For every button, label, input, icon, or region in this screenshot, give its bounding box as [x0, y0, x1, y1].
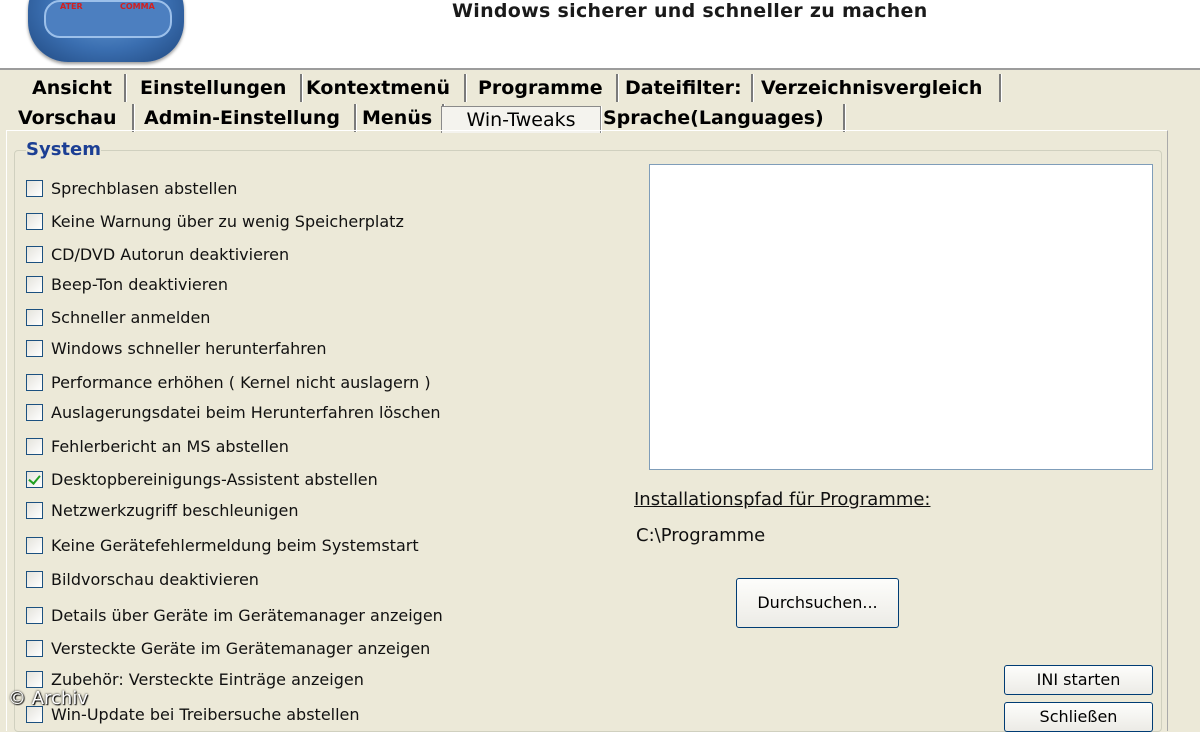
checkbox[interactable]	[26, 437, 43, 455]
ini-start-button[interactable]: INI starten	[1004, 665, 1153, 695]
option-label: Details über Geräte im Gerätemanager anz…	[51, 605, 443, 625]
option-geraetefehlermeldung[interactable]: Keine Gerätefehlermeldung beim Systemsta…	[26, 534, 419, 556]
option-label: Sprechblasen abstellen	[51, 178, 238, 198]
browse-button[interactable]: Durchsuchen...	[736, 578, 899, 628]
checkbox[interactable]	[26, 245, 43, 263]
tab-kontextmenue[interactable]: Kontextmenü	[302, 74, 466, 102]
tab-admin-einstellung[interactable]: Admin-Einstellung	[140, 104, 356, 132]
app-logo: ATER COMMA	[28, 0, 184, 62]
tab-win-tweaks[interactable]: Win-Tweaks	[441, 106, 601, 133]
logo-text-left: ATER	[60, 2, 83, 11]
tab-programme[interactable]: Programme	[474, 74, 618, 102]
option-label: Performance erhöhen ( Kernel nicht ausla…	[51, 372, 431, 392]
option-label: Win-Update bei Treibersuche abstellen	[51, 704, 360, 724]
checkbox[interactable]	[26, 536, 43, 554]
logo-inner: ATER COMMA	[44, 0, 172, 38]
option-fehlerbericht[interactable]: Fehlerbericht an MS abstellen	[26, 435, 289, 457]
logo-text-right: COMMA	[120, 2, 155, 11]
option-label: Bildvorschau deaktivieren	[51, 569, 259, 589]
option-label: Desktopbereinigungs-Assistent abstellen	[51, 469, 378, 489]
option-label: Fehlerbericht an MS abstellen	[51, 436, 289, 456]
option-label: CD/DVD Autorun deaktivieren	[51, 244, 290, 264]
option-label: Netzwerkzugriff beschleunigen	[51, 500, 299, 520]
tab-sprache[interactable]: Sprache(Languages)	[599, 104, 845, 132]
header-banner: ATER COMMA Windows sicherer und schnelle…	[0, 0, 1200, 68]
close-button[interactable]: Schließen	[1004, 702, 1153, 732]
checkbox[interactable]	[26, 670, 43, 688]
option-sprechblasen[interactable]: Sprechblasen abstellen	[26, 177, 237, 199]
install-path-value: C:\Programme	[636, 525, 766, 546]
header-title: Windows sicherer und schneller zu machen	[452, 0, 928, 22]
option-label: Auslagerungsdatei beim Herunterfahren lö…	[51, 402, 441, 422]
option-label: Schneller anmelden	[51, 307, 211, 327]
option-bildvorschau[interactable]: Bildvorschau deaktivieren	[26, 568, 259, 590]
tab-ansicht[interactable]: Ansicht	[28, 74, 126, 102]
checkbox[interactable]	[26, 501, 43, 519]
watermark-text: © Archiv	[8, 688, 88, 709]
tab-verzeichnisvergleich[interactable]: Verzeichnisvergleich	[757, 74, 1001, 102]
checkbox[interactable]	[26, 212, 43, 230]
option-performance[interactable]: Performance erhöhen ( Kernel nicht ausla…	[26, 371, 431, 393]
checkbox[interactable]	[26, 403, 43, 421]
checkbox-checked[interactable]	[26, 470, 43, 488]
system-group-legend: System	[26, 139, 101, 160]
checkbox[interactable]	[26, 275, 43, 293]
option-label: Versteckte Geräte im Gerätemanager anzei…	[51, 638, 431, 658]
program-listbox[interactable]	[649, 164, 1153, 470]
option-label: Keine Warnung über zu wenig Speicherplat…	[51, 211, 404, 231]
checkbox[interactable]	[26, 308, 43, 326]
checkbox[interactable]	[26, 639, 43, 657]
option-label: Zubehör: Versteckte Einträge anzeigen	[51, 669, 364, 689]
option-label: Windows schneller herunterfahren	[51, 338, 327, 358]
option-netzwerkzugriff[interactable]: Netzwerkzugriff beschleunigen	[26, 499, 299, 521]
option-versteckte-geraete[interactable]: Versteckte Geräte im Gerätemanager anzei…	[26, 637, 430, 659]
checkbox[interactable]	[26, 179, 43, 197]
option-schneller-herunterfahren[interactable]: Windows schneller herunterfahren	[26, 337, 327, 359]
option-desktopbereinigung[interactable]: Desktopbereinigungs-Assistent abstellen	[26, 468, 378, 490]
option-speicherplatz-warnung[interactable]: Keine Warnung über zu wenig Speicherplat…	[26, 210, 404, 232]
checkbox[interactable]	[26, 373, 43, 391]
tab-einstellungen[interactable]: Einstellungen	[136, 74, 302, 102]
tab-vorschau[interactable]: Vorschau	[14, 104, 134, 132]
tab-menues[interactable]: Menüs	[358, 104, 444, 132]
option-zubehoer[interactable]: Zubehör: Versteckte Einträge anzeigen	[26, 668, 364, 690]
option-auslagerungsdatei[interactable]: Auslagerungsdatei beim Herunterfahren lö…	[26, 401, 441, 423]
checkbox[interactable]	[26, 570, 43, 588]
option-geraete-details[interactable]: Details über Geräte im Gerätemanager anz…	[26, 604, 443, 626]
tab-dateifilter[interactable]: Dateifilter:	[621, 74, 753, 102]
checkbox[interactable]	[26, 606, 43, 624]
option-label: Beep-Ton deaktivieren	[51, 274, 228, 294]
option-schneller-anmelden[interactable]: Schneller anmelden	[26, 306, 210, 328]
install-path-label: Installationspfad für Programme:	[634, 489, 931, 510]
option-beep-ton[interactable]: Beep-Ton deaktivieren	[26, 273, 228, 295]
option-autorun[interactable]: CD/DVD Autorun deaktivieren	[26, 243, 289, 265]
option-label: Keine Gerätefehlermeldung beim Systemsta…	[51, 535, 419, 555]
checkbox[interactable]	[26, 339, 43, 357]
header-divider	[0, 68, 1200, 70]
